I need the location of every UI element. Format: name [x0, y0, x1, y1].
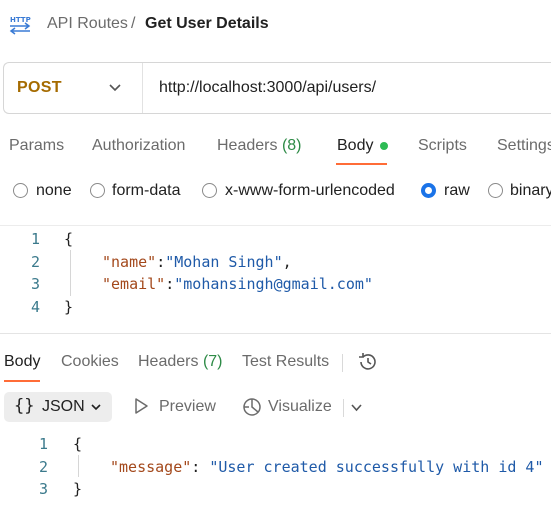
json-key: "message": [110, 458, 192, 476]
radio-raw-label[interactable]: raw: [444, 182, 470, 200]
radio-x-www-form-urlencoded[interactable]: [202, 183, 217, 198]
visualize-icon[interactable]: [241, 396, 263, 418]
header: HTTP API Routes / Get User Details: [0, 0, 551, 48]
body-status-dot: [380, 142, 388, 150]
json-value: "Mohan Singh": [165, 253, 283, 271]
url-bar: POST http://localhost:3000/api/users/: [3, 62, 551, 114]
code-line-message: "message": "User created successfully wi…: [110, 458, 544, 476]
chevron-down-icon: [109, 84, 121, 92]
line-number: 2: [30, 253, 40, 271]
tab-separator: [342, 354, 343, 372]
indent-guide: [70, 250, 71, 296]
tab-body[interactable]: Body: [337, 137, 373, 155]
response-format-select[interactable]: {} JSON: [4, 392, 112, 422]
indent-guide: [78, 455, 79, 477]
radio-x-www-form-urlencoded-label[interactable]: x-www-form-urlencoded: [225, 182, 395, 200]
json-value: "User created successfully with id 4": [209, 458, 544, 476]
method-label: POST: [17, 79, 62, 96]
line-number: 3: [38, 480, 48, 498]
open-brace: {: [73, 435, 83, 453]
radio-none-label[interactable]: none: [36, 182, 72, 200]
preview-button[interactable]: Preview: [159, 398, 216, 416]
tab-headers[interactable]: Headers (8): [217, 137, 302, 155]
toolbar-separator: [343, 399, 344, 417]
play-icon[interactable]: [133, 397, 149, 415]
history-icon[interactable]: [357, 351, 379, 373]
visualize-button[interactable]: Visualize: [268, 398, 332, 416]
tab-body-underline: [336, 163, 387, 165]
breadcrumb-parent[interactable]: API Routes: [47, 14, 128, 34]
tab-response-headers-count: (7): [202, 353, 223, 370]
radio-form-data[interactable]: [90, 183, 105, 198]
panel-divider[interactable]: [0, 333, 551, 334]
tab-test-results[interactable]: Test Results: [242, 353, 329, 371]
breadcrumb-separator: /: [131, 15, 136, 32]
svg-text:HTTP: HTTP: [10, 16, 31, 24]
close-brace: }: [73, 480, 83, 498]
code-line-email: "email":"mohansingh@gmail.com": [102, 275, 373, 293]
open-brace: {: [64, 230, 74, 248]
chevron-down-icon: [91, 404, 101, 411]
radio-binary-label[interactable]: binary: [510, 182, 551, 200]
braces-icon: {}: [14, 396, 35, 416]
tab-scripts[interactable]: Scripts: [418, 137, 467, 155]
json-key: "name": [102, 253, 157, 271]
method-select[interactable]: POST: [4, 63, 143, 113]
radio-binary[interactable]: [488, 183, 503, 198]
tab-response-body-underline: [4, 380, 40, 382]
line-number: 2: [38, 458, 48, 476]
radio-form-data-label[interactable]: form-data: [112, 182, 180, 200]
radio-raw[interactable]: [421, 183, 436, 198]
format-label: JSON: [42, 398, 85, 415]
tab-response-body[interactable]: Body: [4, 353, 40, 371]
tab-settings[interactable]: Settings: [497, 137, 551, 155]
page-title[interactable]: Get User Details: [145, 14, 269, 34]
http-icon: HTTP: [9, 16, 31, 35]
url-input[interactable]: http://localhost:3000/api/users/: [159, 79, 376, 97]
tab-authorization[interactable]: Authorization: [92, 137, 185, 155]
radio-none[interactable]: [13, 183, 28, 198]
body-type-options: none form-data x-www-form-urlencoded raw…: [0, 181, 551, 203]
close-brace: }: [64, 298, 74, 316]
line-number: 1: [38, 435, 48, 453]
line-number: 1: [30, 230, 40, 248]
json-value: "mohansingh@gmail.com": [174, 275, 373, 293]
editor-border: [0, 225, 551, 226]
line-number: 4: [30, 298, 40, 316]
tab-cookies[interactable]: Cookies: [61, 353, 119, 371]
tab-headers-label: Headers: [217, 137, 278, 154]
chevron-down-icon[interactable]: [350, 401, 363, 414]
tab-response-headers-label: Headers: [138, 353, 199, 370]
code-line-name: "name":"Mohan Singh",: [102, 253, 292, 271]
json-key: "email": [102, 275, 166, 293]
tab-params[interactable]: Params: [9, 137, 64, 155]
line-number: 3: [30, 275, 40, 293]
tab-headers-count: (8): [281, 137, 302, 154]
tab-response-headers[interactable]: Headers (7): [138, 353, 223, 371]
